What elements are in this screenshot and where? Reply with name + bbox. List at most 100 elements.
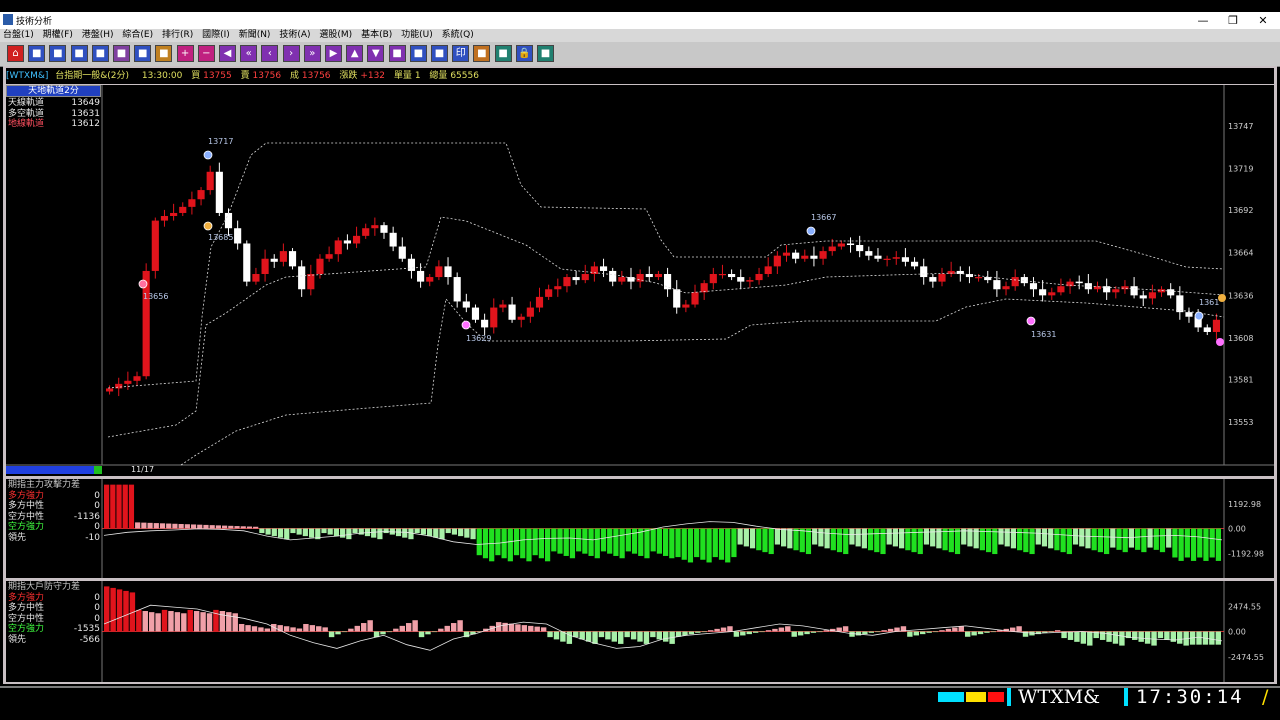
minimize-button[interactable]: — (1188, 12, 1218, 29)
link-icon[interactable]: ■ (409, 45, 427, 62)
menu-item-hk[interactable]: 港盤(H) (79, 29, 117, 42)
up-icon[interactable]: ▲ (346, 45, 364, 62)
legend-label: 多方強力 (8, 592, 45, 603)
bar-bull (206, 613, 213, 632)
bar-bear (352, 528, 358, 534)
right-icon[interactable]: ▶ (325, 45, 342, 62)
bid-label: 買 (191, 71, 201, 81)
bar-bull (253, 526, 259, 529)
list-icon[interactable]: ■ (49, 45, 67, 62)
bar-bear (1048, 631, 1054, 633)
table-icon[interactable]: ■ (70, 45, 88, 62)
bar-bull (354, 625, 361, 632)
menu-item-ranking[interactable]: 排行(R) (159, 29, 196, 42)
bar-bull (952, 627, 958, 632)
menu-item-system[interactable]: 系統(Q) (439, 29, 477, 42)
bar-bear (1060, 528, 1066, 553)
bar-bear (592, 631, 598, 644)
bar-bear (1080, 631, 1087, 644)
left-icon[interactable]: ◀ (219, 45, 236, 62)
bar-bear (681, 528, 687, 560)
bar-bull (161, 609, 168, 632)
bar-bear (855, 631, 862, 636)
menu-item-news[interactable]: 新聞(N) (236, 29, 274, 42)
price-pane[interactable]: 13747 13719 13692 13664 13636 13608 13581 13553… (6, 85, 1274, 476)
bar-bear (663, 631, 669, 642)
bar-bear (358, 528, 364, 535)
candle-up (490, 307, 498, 328)
home-icon[interactable]: ⌂ (7, 45, 24, 62)
candle-down (1185, 312, 1193, 317)
candle-down (856, 245, 864, 252)
bar-bear (875, 631, 881, 633)
bar-bull (234, 526, 240, 529)
bar-bear (613, 528, 619, 556)
scroll-thumb[interactable] (94, 466, 102, 474)
plus-icon[interactable]: + (176, 45, 194, 62)
y-tick-label: 13664 (1228, 249, 1253, 258)
menu-item-fundamental[interactable]: 基本(B) (358, 29, 395, 42)
bar-bear (1041, 528, 1048, 547)
candle-down (1029, 283, 1038, 290)
prev-icon[interactable]: ‹ (261, 45, 279, 62)
scroll-bar[interactable] (6, 466, 94, 474)
app-icon (3, 14, 13, 25)
palette-icon[interactable]: ■ (473, 45, 491, 62)
bar-bear (520, 528, 526, 559)
menu-item-futures[interactable]: 期權(F) (40, 29, 76, 42)
chart-icon[interactable]: ■ (28, 45, 46, 62)
maximize-button[interactable]: ❐ (1218, 12, 1248, 29)
bar-bear (907, 631, 913, 637)
bar-bear (740, 631, 746, 636)
candle-up (362, 228, 370, 236)
bar-bear (1029, 528, 1035, 555)
indicator-title[interactable]: 天地軌道2分 (6, 85, 101, 97)
minus-icon[interactable]: − (197, 45, 215, 62)
close-button[interactable]: ✕ (1248, 12, 1278, 29)
refresh-icon[interactable]: ■ (494, 45, 512, 62)
candle-up (764, 266, 772, 274)
y-tick-label: 13747 (1228, 122, 1253, 131)
candle-up (526, 307, 534, 317)
grid-icon[interactable]: ■ (113, 45, 130, 62)
book-icon[interactable]: ■ (155, 45, 173, 62)
lock-icon[interactable]: 🔒 (515, 45, 533, 62)
menu-item-composite[interactable]: 綜合(E) (119, 29, 156, 42)
bar-bear (383, 528, 389, 534)
menu-item-function[interactable]: 功能(U) (398, 29, 436, 42)
candle-up (435, 266, 443, 278)
save-icon[interactable]: ■ (537, 45, 554, 62)
bar-bear (1132, 631, 1138, 640)
menu-item-screener[interactable]: 選股(M) (316, 29, 355, 42)
defense-power-pane[interactable]: 2474.55 0.00 -2474.55 期指大戶防守力差 多方強力 0 多方中性 0… (6, 581, 1274, 682)
bar-bull (141, 522, 147, 529)
attack-power-pane[interactable]: 1192.98 0.00 -1192.98 期指主力攻擊力差 多方強力 0 多方中性 0… (6, 479, 1274, 578)
money-icon[interactable]: ■ (91, 45, 109, 62)
menu-item-taipan[interactable]: 台盤(1) (0, 29, 37, 42)
bar-bull (887, 628, 894, 632)
bar-bull (104, 484, 110, 529)
down-icon[interactable]: ▼ (367, 45, 385, 62)
bar-bear (756, 528, 762, 551)
bar-bear (600, 528, 607, 552)
candle-up (691, 292, 699, 305)
print-icon[interactable]: 印 (452, 45, 470, 62)
next-icon[interactable]: › (282, 45, 300, 62)
menu-item-technical[interactable]: 技術(A) (276, 29, 313, 42)
bar-bear (805, 528, 812, 555)
page-icon[interactable]: ■ (388, 45, 406, 62)
candle-down (417, 270, 425, 282)
bar-bull (264, 628, 271, 632)
double-left-icon[interactable]: « (240, 45, 258, 62)
menu-item-international[interactable]: 國際(I) (199, 29, 233, 42)
double-right-icon[interactable]: » (303, 45, 321, 62)
bar-bear (733, 631, 740, 637)
bar-bull (238, 623, 245, 632)
legend-value: 13649 (71, 98, 100, 108)
bar-bear (296, 528, 302, 535)
calc-icon[interactable]: ■ (134, 45, 152, 62)
status-slash-icon: / (1262, 686, 1269, 708)
candle-down (444, 266, 452, 278)
link2-icon[interactable]: ■ (431, 45, 448, 62)
candle-down (453, 277, 461, 302)
